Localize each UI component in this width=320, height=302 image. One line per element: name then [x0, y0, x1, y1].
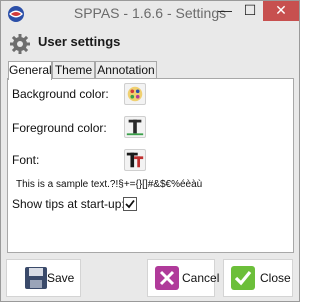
font-label: Font: [12, 153, 40, 167]
font-button[interactable] [124, 149, 146, 171]
gear-icon [10, 34, 30, 54]
show-tips-checkbox[interactable] [123, 197, 137, 211]
foreground-color-label: Foreground color: [12, 121, 107, 135]
general-panel: Background color: Foreground color: Font… [7, 78, 294, 253]
foreground-color-button[interactable] [124, 116, 146, 138]
cancel-button[interactable]: Cancel [147, 259, 219, 297]
floppy-disk-icon [25, 267, 47, 289]
background-color-label: Background color: [12, 87, 109, 101]
color-palette-icon [127, 86, 143, 102]
tab-general[interactable]: General [8, 61, 52, 80]
tab-theme[interactable]: Theme [52, 61, 95, 79]
background-color-button[interactable] [124, 83, 146, 105]
tab-annotation[interactable]: Annotation [95, 61, 157, 79]
cancel-button-label: Cancel [182, 271, 220, 285]
font-icon [126, 152, 144, 168]
save-button[interactable]: Save [6, 259, 81, 297]
page-title: User settings [38, 34, 121, 49]
settings-window: SPPAS - 1.6.6 - Settings — ☐ ✕ User sett… [0, 0, 300, 302]
font-sample-text: This is a sample text.?!§+={}[]#&$€%éèàù [16, 179, 203, 190]
close-button-label: Close [260, 271, 291, 285]
window-close-button[interactable]: ✕ [263, 1, 299, 21]
show-tips-label: Show tips at start-up: [12, 197, 125, 211]
cancel-icon [155, 266, 179, 290]
maximize-button[interactable]: ☐ [238, 1, 262, 21]
close-button[interactable]: Close [223, 259, 293, 297]
checkmark-icon [231, 266, 255, 290]
text-color-icon [126, 119, 144, 136]
save-button-label: Save [47, 271, 75, 285]
minimize-button[interactable]: — [212, 1, 238, 21]
dialog-footer: Save Cancel Close [1, 255, 299, 301]
settings-header: User settings [1, 27, 299, 61]
title-bar[interactable]: SPPAS - 1.6.6 - Settings — ☐ ✕ [1, 1, 299, 27]
